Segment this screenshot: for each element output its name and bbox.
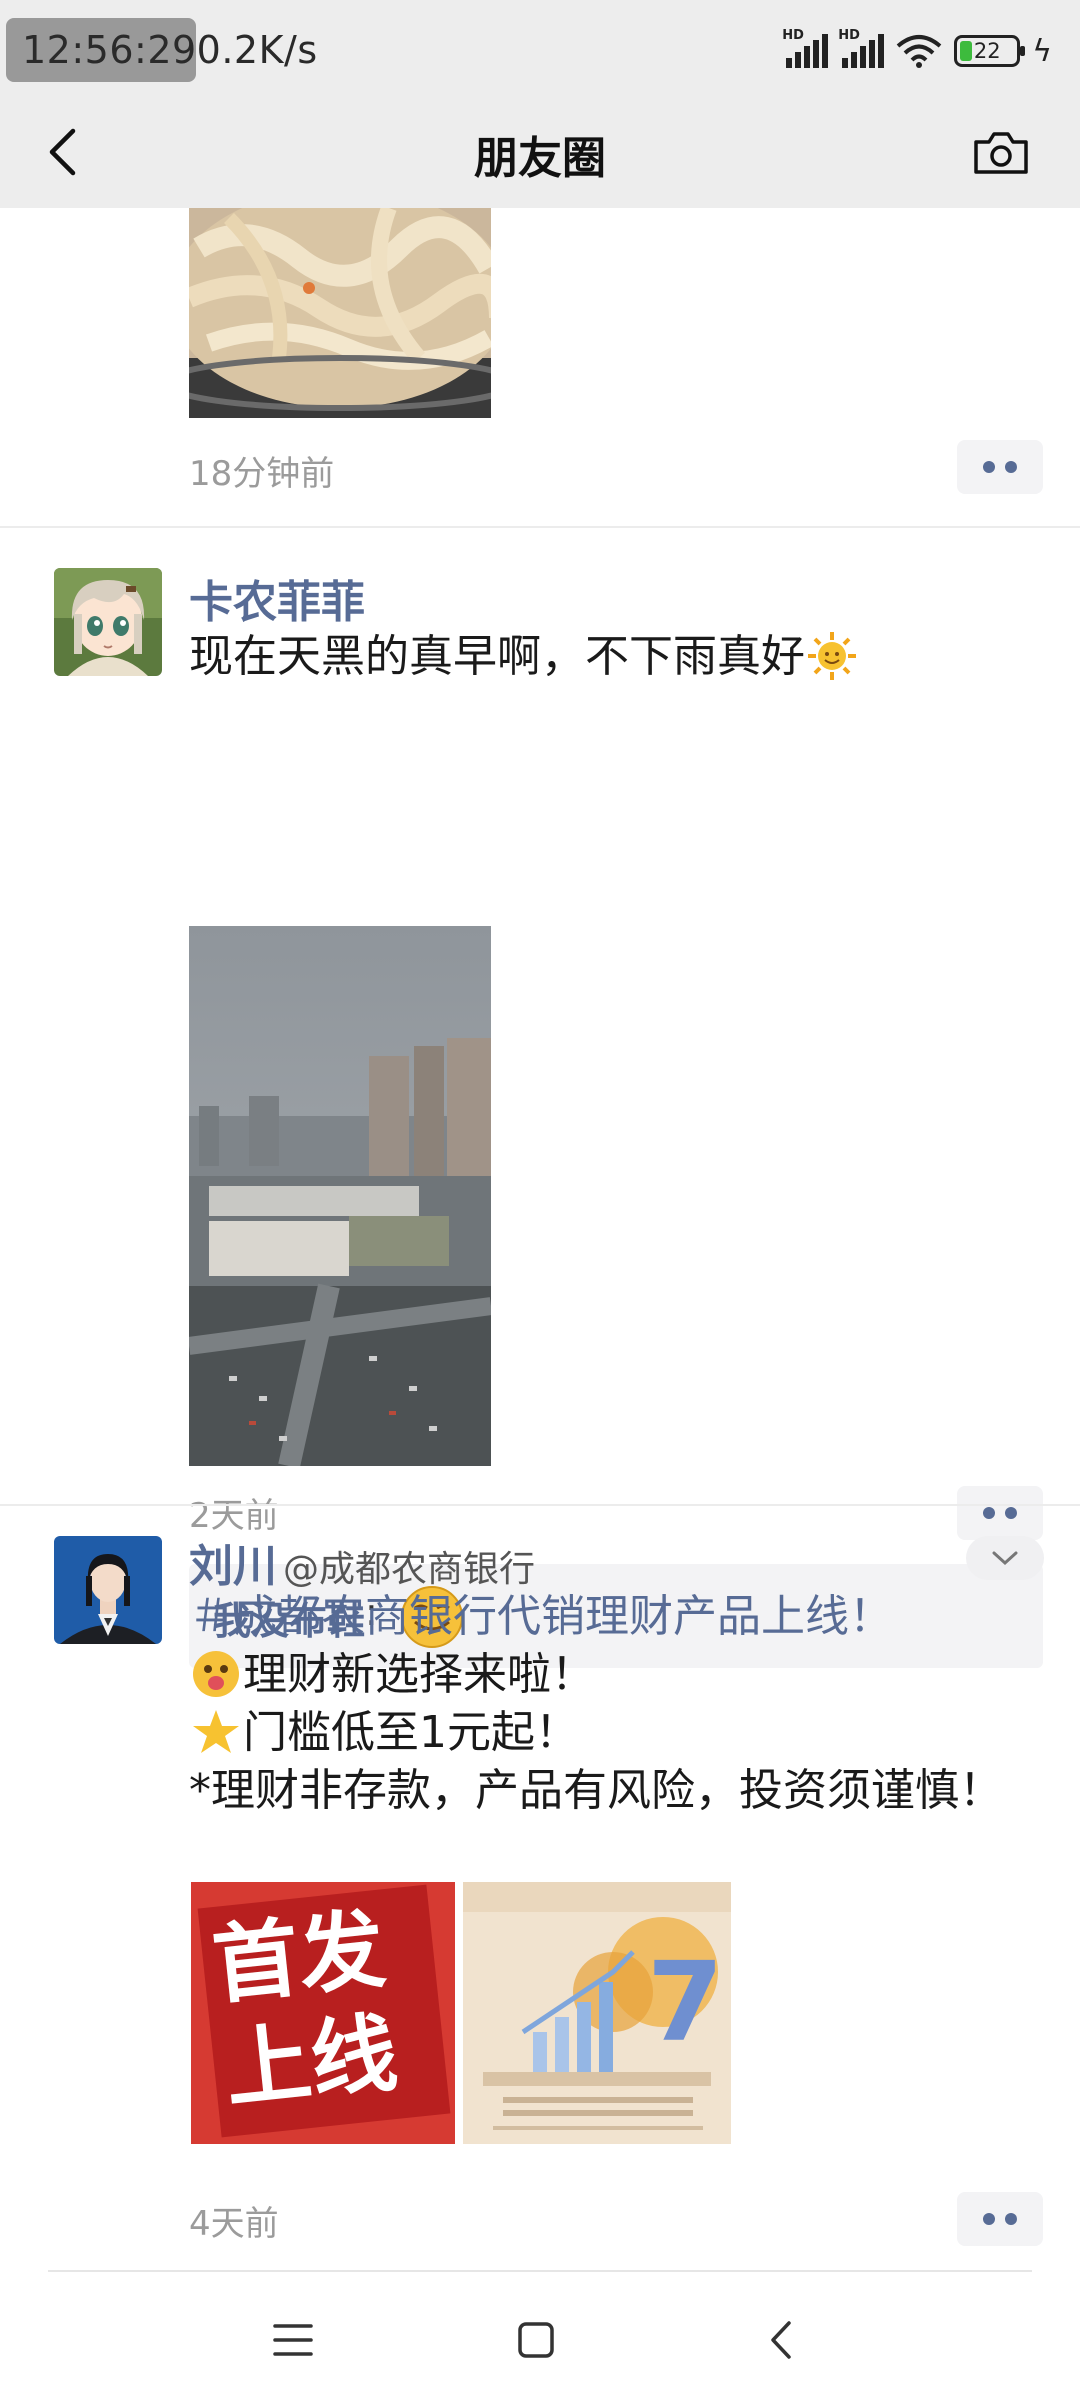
post-item: 刘川 @成都农商银行 ＃成都农商银行代销理财产品上线！ 理财新选择来啦！ 门槛低至… xyxy=(0,1506,1080,2258)
post-photo-city[interactable] xyxy=(189,926,491,1466)
post-photo-noodles[interactable] xyxy=(189,208,491,418)
post-author-name: 刘川 xyxy=(189,1541,277,1592)
noodles-image xyxy=(189,208,491,418)
nav-divider xyxy=(48,2270,1032,2272)
recent-apps-button[interactable] xyxy=(253,2300,333,2380)
menu-icon xyxy=(273,2324,313,2356)
signal-icon: HD xyxy=(838,28,885,68)
city-view-image xyxy=(189,926,491,1466)
nav-back-icon xyxy=(771,2321,791,2359)
expand-button[interactable] xyxy=(966,1536,1044,1580)
post-time: 18分钟前 xyxy=(189,454,335,494)
status-time-speed: 12:56:290.2K/s xyxy=(22,28,318,72)
post-item: 18分钟前 xyxy=(0,208,1080,526)
more-actions-button[interactable] xyxy=(957,440,1043,494)
chevron-down-icon xyxy=(992,1551,1018,1566)
wifi-icon xyxy=(896,35,942,68)
status-icons: HD HD 22 ϟ xyxy=(782,28,1052,74)
sun-emoji-icon xyxy=(808,632,856,680)
home-square-icon xyxy=(518,2322,554,2358)
post-text-line: 理财新选择来啦！ xyxy=(189,1646,595,1704)
title-bar: 朋友圈 xyxy=(0,100,1080,208)
avatar[interactable] xyxy=(54,1536,162,1644)
post-time: 4天前 xyxy=(189,2204,279,2244)
camera-button[interactable] xyxy=(966,118,1036,188)
more-dots-icon xyxy=(983,461,995,473)
battery-level: 22 xyxy=(973,39,1001,63)
post-text: 现在天黑的真早啊，不下雨真好 xyxy=(189,628,859,686)
signal-icon: HD xyxy=(782,28,829,68)
post-author[interactable]: 刘川 @成都农商银行 xyxy=(189,1530,535,1594)
page-title: 朋友圈 xyxy=(474,133,606,184)
post-author-suffix: @成都农商银行 xyxy=(283,1549,536,1590)
launch-image-text-1: 首发 xyxy=(208,1899,390,2017)
post-hashtag[interactable]: ＃成都农商银行代销理财产品上线！ xyxy=(189,1588,893,1646)
tongue-emoji-icon xyxy=(193,1651,239,1697)
top-bar: 12:56:290.2K/s HD HD 22 ϟ 朋友圈 xyxy=(0,0,1080,208)
status-bar: 12:56:290.2K/s HD HD 22 ϟ xyxy=(0,0,1080,100)
system-nav-bar xyxy=(0,2258,1080,2400)
system-back-button[interactable] xyxy=(741,2300,821,2380)
promo-image-number: 7 xyxy=(647,1938,724,2066)
profile-photo-image xyxy=(54,1536,162,1644)
battery-icon: 22 xyxy=(954,35,1026,67)
home-button[interactable] xyxy=(496,2300,576,2380)
star-emoji-icon xyxy=(193,1710,239,1753)
post-author[interactable]: 卡农菲菲 xyxy=(189,566,365,630)
charging-icon: ϟ xyxy=(1032,33,1052,69)
post-photo-chart[interactable]: 7 xyxy=(463,1882,731,2144)
avatar[interactable] xyxy=(54,568,162,676)
moments-feed[interactable]: 18分钟前 卡农菲菲 现在天黑的真早啊，不下雨真好 2天前 我没布鞋: 刘川 … xyxy=(0,208,1080,2258)
camera-icon xyxy=(974,132,1028,174)
post-text-content: 现在天黑的真早啊，不下雨真好 xyxy=(189,631,805,682)
post-text-content: 门槛低至1元起！ xyxy=(243,1707,579,1758)
launch-image-text-2: 上线 xyxy=(220,2003,402,2121)
post-text-line: 门槛低至1元起！ xyxy=(189,1704,579,1762)
anime-avatar-image xyxy=(54,568,162,676)
more-dots-icon xyxy=(983,2213,995,2225)
post-text-line: *理财非存款，产品有风险，投资须谨慎！ xyxy=(189,1765,1003,1816)
hd-label: HD xyxy=(838,28,860,43)
post-text-content: 理财新选择来啦！ xyxy=(243,1649,595,1700)
hd-label: HD xyxy=(782,28,804,43)
post-photo-launch[interactable]: 首发 上线 xyxy=(191,1882,455,2144)
more-actions-button[interactable] xyxy=(957,2192,1043,2246)
